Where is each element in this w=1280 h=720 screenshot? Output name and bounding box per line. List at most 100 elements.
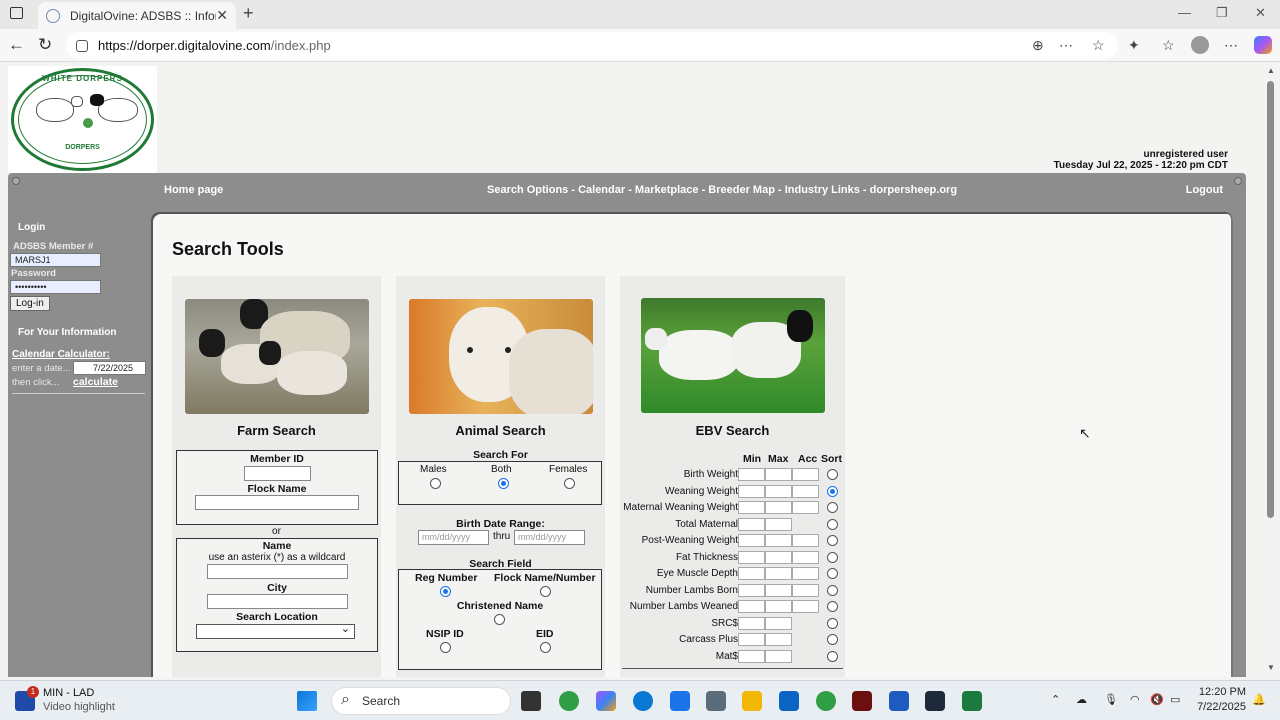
ebv-max-input[interactable] — [765, 567, 792, 580]
christened-radio[interactable] — [494, 614, 505, 625]
ebv-max-input[interactable] — [765, 484, 792, 498]
maximize-icon[interactable]: ❐ — [1216, 5, 1228, 21]
ebv-max-input[interactable] — [765, 517, 792, 531]
birth-from-input[interactable]: mm/dd/yyyy — [418, 530, 489, 545]
tab-active[interactable]: DigitalOvine: ADSBS :: Information ✕ — [38, 2, 236, 29]
copilot-icon[interactable] — [1254, 36, 1272, 54]
ebv-sort-radio[interactable] — [827, 502, 838, 513]
ebv-sort-radio[interactable] — [827, 568, 838, 579]
close-window-icon[interactable]: ✕ — [1255, 5, 1266, 21]
notification-bell-icon[interactable]: 🔔 — [1252, 693, 1266, 706]
ebv-sort-radio[interactable] — [827, 551, 838, 563]
copilot-app-icon[interactable] — [596, 691, 616, 711]
ebv-acc-input[interactable] — [792, 550, 819, 564]
word-icon[interactable] — [889, 691, 909, 711]
ebv-sort-radio[interactable] — [827, 584, 838, 596]
ebv-sort-radio[interactable] — [827, 650, 838, 662]
calculator-icon[interactable] — [706, 691, 726, 711]
volume-icon[interactable]: 🔇 — [1150, 693, 1164, 706]
ebv-max-input[interactable] — [765, 501, 792, 514]
back-icon[interactable]: ← — [8, 35, 25, 55]
notification-title[interactable]: MIN - LAD — [43, 687, 94, 699]
ebv-acc-input[interactable] — [792, 567, 819, 580]
ebv-sort-radio[interactable] — [827, 535, 838, 546]
ebv-max-input[interactable] — [765, 649, 792, 663]
start-icon[interactable] — [297, 691, 317, 711]
birth-to-input[interactable]: mm/dd/yyyy — [514, 530, 585, 545]
ebv-sort-radio[interactable] — [827, 485, 838, 497]
ebv-acc-input[interactable] — [792, 468, 819, 481]
chrome-icon[interactable] — [559, 691, 579, 711]
illustrator-icon[interactable] — [852, 691, 872, 711]
ebv-sort-radio[interactable] — [827, 518, 838, 530]
ebv-min-input[interactable] — [738, 567, 765, 580]
edge-icon[interactable] — [633, 691, 653, 711]
teamviewer-icon[interactable] — [925, 691, 945, 711]
nav-links[interactable]: Search Options - Calendar - Marketplace … — [487, 184, 957, 196]
scroll-up-icon[interactable]: ▲ — [1267, 66, 1275, 75]
ebv-min-input[interactable] — [738, 649, 765, 663]
ebv-min-input[interactable] — [738, 484, 765, 498]
taskbar-search[interactable]: Search — [331, 687, 511, 715]
store-icon[interactable] — [670, 691, 690, 711]
ebv-min-input[interactable] — [738, 583, 765, 597]
calculate-link[interactable]: calculate — [73, 376, 118, 388]
more-menu-icon[interactable]: ⋯ — [1224, 37, 1238, 54]
ebv-min-input[interactable] — [738, 468, 765, 481]
extensions-icon[interactable]: ✦ — [1128, 37, 1140, 54]
member-id-input[interactable] — [244, 466, 311, 481]
nav-home-link[interactable]: Home page — [164, 184, 223, 196]
calc-date-input[interactable]: 7/22/2025 — [73, 361, 146, 375]
close-tab-icon[interactable]: ✕ — [216, 7, 228, 24]
both-radio[interactable] — [498, 478, 509, 489]
password-input[interactable]: •••••••••• — [10, 280, 101, 294]
ebv-acc-input[interactable] — [792, 534, 819, 547]
battery-icon[interactable]: ▭ — [1170, 693, 1180, 706]
ebv-acc-input[interactable] — [792, 484, 819, 498]
task-view-icon[interactable] — [521, 691, 541, 711]
minimize-icon[interactable]: — — [1178, 5, 1191, 20]
search-location-select[interactable] — [196, 622, 355, 639]
males-radio[interactable] — [430, 478, 441, 489]
wifi-icon[interactable]: ◠ — [1130, 693, 1140, 706]
onedrive-icon[interactable]: ☁ — [1076, 693, 1087, 706]
ebv-sort-radio[interactable] — [827, 617, 838, 629]
nsip-radio[interactable] — [440, 642, 451, 653]
ebv-min-input[interactable] — [738, 501, 765, 514]
ebv-max-input[interactable] — [765, 633, 792, 646]
ebv-min-input[interactable] — [738, 550, 765, 564]
ebv-max-input[interactable] — [765, 534, 792, 547]
ebv-max-input[interactable] — [765, 600, 792, 613]
eid-radio[interactable] — [540, 642, 551, 653]
flock-name-input[interactable] — [195, 495, 359, 510]
ebv-min-input[interactable] — [738, 517, 765, 531]
ebv-max-input[interactable] — [765, 583, 792, 597]
ebv-max-input[interactable] — [765, 550, 792, 564]
member-input[interactable]: MARSJ1 — [10, 253, 101, 267]
ebv-sort-radio[interactable] — [827, 469, 838, 480]
sidebar-toggle-icon[interactable] — [10, 7, 23, 19]
city-input[interactable] — [207, 594, 348, 609]
file-explorer-icon[interactable] — [742, 691, 762, 711]
ebv-acc-input[interactable] — [792, 583, 819, 597]
microphone-icon[interactable]: 🎙 — [1104, 693, 1118, 706]
page-scrollbar[interactable]: ▲ ▼ — [1264, 63, 1280, 677]
scroll-thumb[interactable] — [1267, 81, 1274, 518]
refresh-icon[interactable]: ↻ — [38, 35, 52, 55]
clock-time[interactable]: 12:20 PM — [1198, 686, 1246, 698]
ebv-min-input[interactable] — [738, 600, 765, 613]
ebv-min-input[interactable] — [738, 616, 765, 630]
clock-date[interactable]: 7/22/2025 — [1188, 701, 1246, 713]
nav-logout-link[interactable]: Logout — [1186, 184, 1223, 196]
ebv-sort-radio[interactable] — [827, 634, 838, 645]
name-input[interactable] — [207, 564, 348, 579]
ebv-min-input[interactable] — [738, 633, 765, 646]
tray-overflow-icon[interactable]: ⌃ — [1051, 693, 1060, 706]
profile-avatar[interactable] — [1191, 36, 1209, 54]
login-button[interactable]: Log-in — [10, 296, 50, 311]
ebv-acc-input[interactable] — [792, 501, 819, 514]
address-bar[interactable]: https://dorper.digitalovine.com/index.ph… — [66, 32, 1118, 59]
site-logo[interactable]: WHITE DORPERS DORPERS — [8, 66, 157, 173]
site-info-icon[interactable] — [76, 39, 88, 52]
ebv-sort-radio[interactable] — [827, 601, 838, 612]
